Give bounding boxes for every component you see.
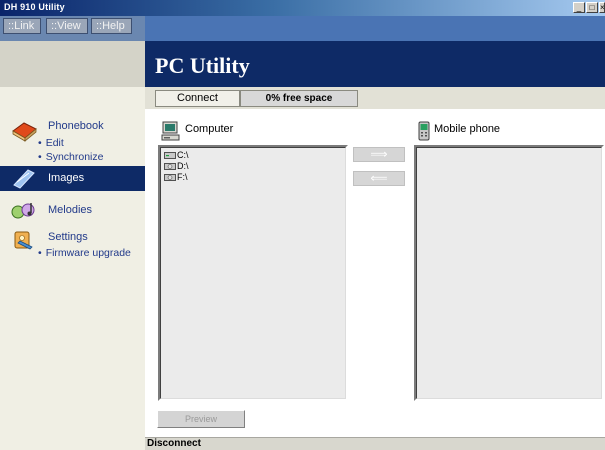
arrow-right-icon: ⟹ [370, 147, 388, 161]
drive-icon [164, 152, 176, 159]
sidebar-item-label: Images [48, 172, 85, 184]
sidebar: Phonebook • Edit • Synchronize Images Melo… [0, 109, 145, 450]
arrow-left-icon: ⟸ [370, 171, 388, 185]
menu-help[interactable]: ::Help [91, 18, 132, 34]
status-bar: Disconnect [145, 437, 605, 450]
computer-file-list-inner [160, 147, 346, 399]
drive-icon [164, 174, 176, 181]
drive-label: C:\ [177, 150, 189, 160]
maximize-button[interactable]: □ [586, 2, 598, 13]
computer-file-list[interactable]: C:\ D:\ F:\ [158, 145, 348, 401]
sidebar-item-label: Melodies [48, 204, 93, 216]
sidebar-subitem-label: Synchronize [45, 151, 104, 163]
window-title: DH 910 Utility [4, 2, 65, 12]
sidebar-subitem-firmware-upgrade[interactable]: • Firmware upgrade [38, 247, 131, 259]
sidebar-item-settings[interactable]: Settings • Firmware upgrade [0, 227, 145, 267]
transfer-to-phone-button[interactable]: ⟹ [353, 147, 405, 162]
connect-button[interactable]: Connect [155, 90, 240, 107]
sidebar-item-label: Settings [48, 231, 88, 243]
bullet: • [38, 247, 42, 259]
free-space-indicator: 0% free space [240, 90, 358, 107]
sidebar-item-label: Phonebook [48, 120, 104, 132]
bullet: • [38, 151, 42, 163]
sidebar-item-images[interactable]: Images [0, 166, 145, 191]
computer-pane-title: Computer [185, 123, 234, 135]
header-banner: PC Utility [145, 41, 605, 87]
drive-item-f[interactable]: F:\ [164, 172, 188, 182]
header-left-panel [0, 41, 145, 87]
drive-item-c[interactable]: C:\ [164, 150, 189, 160]
preview-button[interactable]: Preview [157, 410, 245, 428]
sidebar-item-phonebook[interactable]: Phonebook • Edit • Synchronize [0, 109, 145, 165]
sidebar-subitem-label: Edit [45, 137, 64, 149]
mobile-phone-file-list-inner [416, 147, 602, 399]
bullet: • [38, 137, 42, 149]
connection-bar: Connect 0% free space [145, 87, 605, 109]
title-bar[interactable]: DH 910 Utility _ □ × [0, 0, 605, 16]
phonebook-icon [12, 122, 37, 142]
main-panel: Computer C:\ D:\ F:\ ⟹ ⟸ Mobile phone Pr… [145, 109, 605, 437]
settings-icon [14, 231, 33, 250]
menu-view[interactable]: ::View [46, 18, 88, 34]
images-icon [13, 169, 35, 189]
menu-link[interactable]: ::Link [3, 18, 42, 34]
drive-label: F:\ [177, 172, 188, 182]
sidebar-subitem-label: Firmware upgrade [45, 247, 131, 259]
transfer-to-computer-button[interactable]: ⟸ [353, 171, 405, 186]
page-title: PC Utility [155, 53, 250, 78]
connection-status-text: Disconnect [147, 438, 201, 449]
mobile-phone-file-list[interactable] [414, 145, 604, 401]
close-button[interactable]: × [599, 2, 605, 13]
drive-item-d[interactable]: D:\ [164, 161, 189, 171]
computer-icon [161, 121, 180, 141]
drive-icon [164, 163, 176, 170]
menu-bar: ::Link ::View ::Help [0, 16, 605, 41]
minimize-button[interactable]: _ [573, 2, 585, 13]
sidebar-item-melodies[interactable]: Melodies [0, 197, 145, 223]
mobile-phone-icon [418, 121, 430, 141]
sidebar-subitem-edit[interactable]: • Edit [38, 137, 64, 149]
sidebar-subitem-synchronize[interactable]: • Synchronize [38, 151, 103, 163]
melodies-icon [11, 203, 35, 219]
app-window: DH 910 Utility _ □ × ::Link ::View ::Hel… [0, 0, 605, 450]
mobile-phone-pane-title: Mobile phone [434, 123, 501, 135]
drive-label: D:\ [177, 161, 189, 171]
